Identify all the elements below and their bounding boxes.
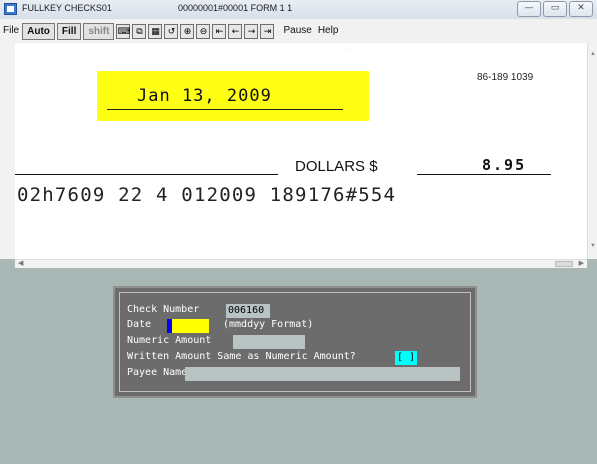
date-underline bbox=[107, 109, 343, 110]
window-subtitle: 00000001#00001 FORM 1 1 bbox=[178, 3, 293, 13]
date-label: Date bbox=[127, 319, 152, 330]
left-gutter bbox=[0, 43, 15, 259]
vertical-scrollbar[interactable]: ▲ ▼ bbox=[587, 43, 597, 259]
menu-help[interactable]: Help bbox=[315, 24, 342, 38]
zoom-in-icon[interactable]: ⊕ bbox=[180, 23, 195, 39]
check-amount: 8.95 bbox=[482, 156, 527, 174]
toolbar: File Auto Fill shift ⌨ ⧉ ▦ ↺ ⊕ ⊖ ⇤ ← → ⇥… bbox=[0, 19, 597, 44]
check-image: · · · Jan 13, 2009 86-189 1039 DOLLARS $… bbox=[15, 43, 587, 259]
auto-button[interactable]: Auto bbox=[22, 22, 55, 40]
rotate-icon[interactable]: ↺ bbox=[164, 23, 179, 39]
window-controls: — ▭ ✕ bbox=[517, 1, 593, 17]
check-date: Jan 13, 2009 bbox=[137, 86, 272, 106]
written-amount-line bbox=[15, 174, 278, 175]
entry-panel: Check Number 006160 Date (mmddyy Format)… bbox=[113, 286, 477, 398]
date-hint: (mmddyy Format) bbox=[223, 319, 314, 330]
amount-underline bbox=[417, 174, 551, 175]
prev-icon[interactable]: ← bbox=[228, 23, 243, 39]
maximize-button[interactable]: ▭ bbox=[543, 1, 567, 17]
grid-icon[interactable]: ▦ bbox=[148, 23, 163, 39]
zoom-out-icon[interactable]: ⊖ bbox=[196, 23, 211, 39]
date-field[interactable] bbox=[172, 319, 209, 333]
payee-label: Payee Name bbox=[127, 367, 188, 378]
window-icon[interactable]: ⧉ bbox=[132, 23, 147, 39]
menu-pause[interactable]: Pause bbox=[280, 24, 314, 38]
shift-button[interactable]: shift bbox=[83, 22, 115, 40]
dollars-label: DOLLARS $ bbox=[295, 158, 378, 175]
fill-button[interactable]: Fill bbox=[56, 22, 82, 40]
numeric-amount-label: Numeric Amount bbox=[127, 335, 212, 346]
scroll-thumb[interactable] bbox=[555, 261, 573, 267]
minimize-button[interactable]: — bbox=[517, 1, 541, 17]
close-button[interactable]: ✕ bbox=[569, 1, 593, 17]
scroll-up-icon[interactable]: ▲ bbox=[590, 51, 596, 57]
app-icon bbox=[4, 3, 17, 15]
micr-line: 02h7609 22 4 012009 189176#554 bbox=[17, 184, 397, 206]
window-title: FULLKEY CHECKS01 bbox=[22, 3, 112, 13]
scroll-right-icon[interactable]: ▶ bbox=[579, 259, 584, 267]
check-faint-mark: · · · bbox=[345, 47, 355, 53]
title-bar: FULLKEY CHECKS01 00000001#00001 FORM 1 1… bbox=[0, 0, 597, 20]
date-highlight: Jan 13, 2009 bbox=[97, 71, 369, 121]
written-same-field[interactable]: [ ] bbox=[395, 351, 417, 365]
check-number-field[interactable]: 006160 bbox=[226, 304, 270, 318]
payee-field[interactable] bbox=[185, 367, 460, 381]
next-icon[interactable]: → bbox=[244, 23, 259, 39]
routing-fraction: 86-189 1039 bbox=[477, 72, 534, 83]
last-icon[interactable]: ⇥ bbox=[260, 23, 275, 39]
numeric-amount-field[interactable] bbox=[233, 335, 305, 349]
first-icon[interactable]: ⇤ bbox=[212, 23, 227, 39]
check-number-label: Check Number bbox=[127, 304, 200, 315]
horizontal-scrollbar[interactable]: ◀ ▶ bbox=[15, 259, 587, 268]
scroll-left-icon[interactable]: ◀ bbox=[18, 259, 23, 267]
written-same-label: Written Amount Same as Numeric Amount? bbox=[127, 351, 356, 362]
menu-file[interactable]: File bbox=[0, 24, 22, 38]
scroll-down-icon[interactable]: ▼ bbox=[590, 243, 596, 249]
keyboard-icon[interactable]: ⌨ bbox=[116, 23, 131, 39]
